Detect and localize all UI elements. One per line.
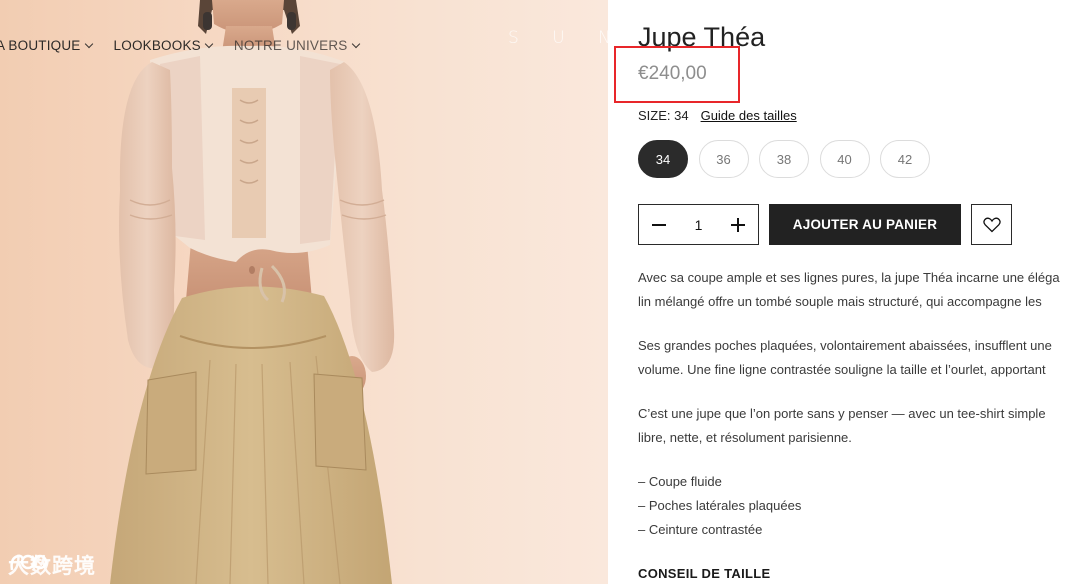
product-details: Jupe Théa €240,00 SIZE: 34 Guide des tai… — [608, 0, 1080, 584]
description-paragraph: Avec sa coupe ample et ses lignes pures,… — [638, 266, 1080, 314]
chevron-down-icon — [84, 39, 93, 48]
description-paragraph: C’est une jupe que l’on porte sans y pen… — [638, 402, 1080, 450]
size-option-34[interactable]: 34 — [638, 140, 688, 178]
nav-lookbooks[interactable]: LOOKBOOKS — [113, 37, 214, 53]
size-option-36[interactable]: 36 — [698, 140, 749, 178]
nav-notre-univers[interactable]: NOTRE UNIVERS — [233, 37, 360, 53]
description-paragraph: Ses grandes poches plaquées, volontairem… — [638, 334, 1080, 382]
description-line: Ses grandes poches plaquées, volontairem… — [638, 338, 1052, 353]
feature-item: – Coupe fluide — [638, 474, 722, 489]
watermark: 大数跨境 — [8, 550, 96, 580]
description-line: libre, nette, et résolument parisienne. — [638, 430, 852, 445]
add-to-cart-button[interactable]: AJOUTER AU PANIER — [769, 204, 961, 245]
description-line: C’est une jupe que l’on porte sans y pen… — [638, 406, 1046, 421]
size-option-40[interactable]: 40 — [819, 140, 870, 178]
product-image: A BOUTIQUE LOOKBOOKS NOTRE UNIVERS S U N… — [0, 0, 608, 584]
wishlist-button[interactable] — [971, 204, 1012, 245]
size-advice-heading[interactable]: CONSEIL DE TAILLE — [638, 566, 770, 581]
quantity-stepper: 1 — [638, 204, 759, 245]
main-navigation: A BOUTIQUE LOOKBOOKS NOTRE UNIVERS — [0, 36, 381, 54]
minus-icon[interactable] — [651, 217, 667, 233]
brand-logo[interactable]: S U N D — [508, 28, 608, 48]
size-info: SIZE: 34 Guide des tailles — [638, 108, 797, 123]
feature-item: – Poches latérales plaquées — [638, 498, 802, 513]
size-selector: 34 36 38 40 42 — [638, 140, 941, 178]
feature-list: – Coupe fluide – Poches latérales plaqué… — [638, 470, 1080, 542]
price-highlight-box — [614, 46, 740, 103]
chevron-down-icon — [204, 39, 214, 48]
product-description: Avec sa coupe ample et ses lignes pures,… — [638, 266, 1080, 542]
size-option-42[interactable]: 42 — [880, 140, 930, 178]
description-line: volume. Une fine ligne contrastée soulig… — [638, 362, 1046, 377]
nav-notre-univers-label: NOTRE UNIVERS — [233, 37, 348, 53]
description-line: lin mélangé offre un tombé souple mais s… — [638, 294, 1042, 309]
chevron-down-icon — [351, 39, 360, 48]
plus-icon[interactable] — [730, 217, 746, 233]
model-photo — [110, 0, 395, 584]
size-guide-link[interactable]: Guide des tailles — [701, 108, 797, 123]
size-label: SIZE: 34 — [638, 108, 689, 123]
size-option-38[interactable]: 38 — [759, 140, 809, 178]
nav-lookbooks-label: LOOKBOOKS — [113, 37, 201, 53]
nav-boutique[interactable]: A BOUTIQUE — [0, 37, 93, 53]
heart-icon — [982, 217, 1001, 232]
watermark-logo-icon — [10, 554, 48, 571]
description-line: Avec sa coupe ample et ses lignes pures,… — [638, 270, 1060, 285]
feature-item: – Ceinture contrastée — [638, 522, 763, 537]
quantity-value[interactable]: 1 — [695, 217, 703, 233]
nav-boutique-label: A BOUTIQUE — [0, 37, 81, 53]
